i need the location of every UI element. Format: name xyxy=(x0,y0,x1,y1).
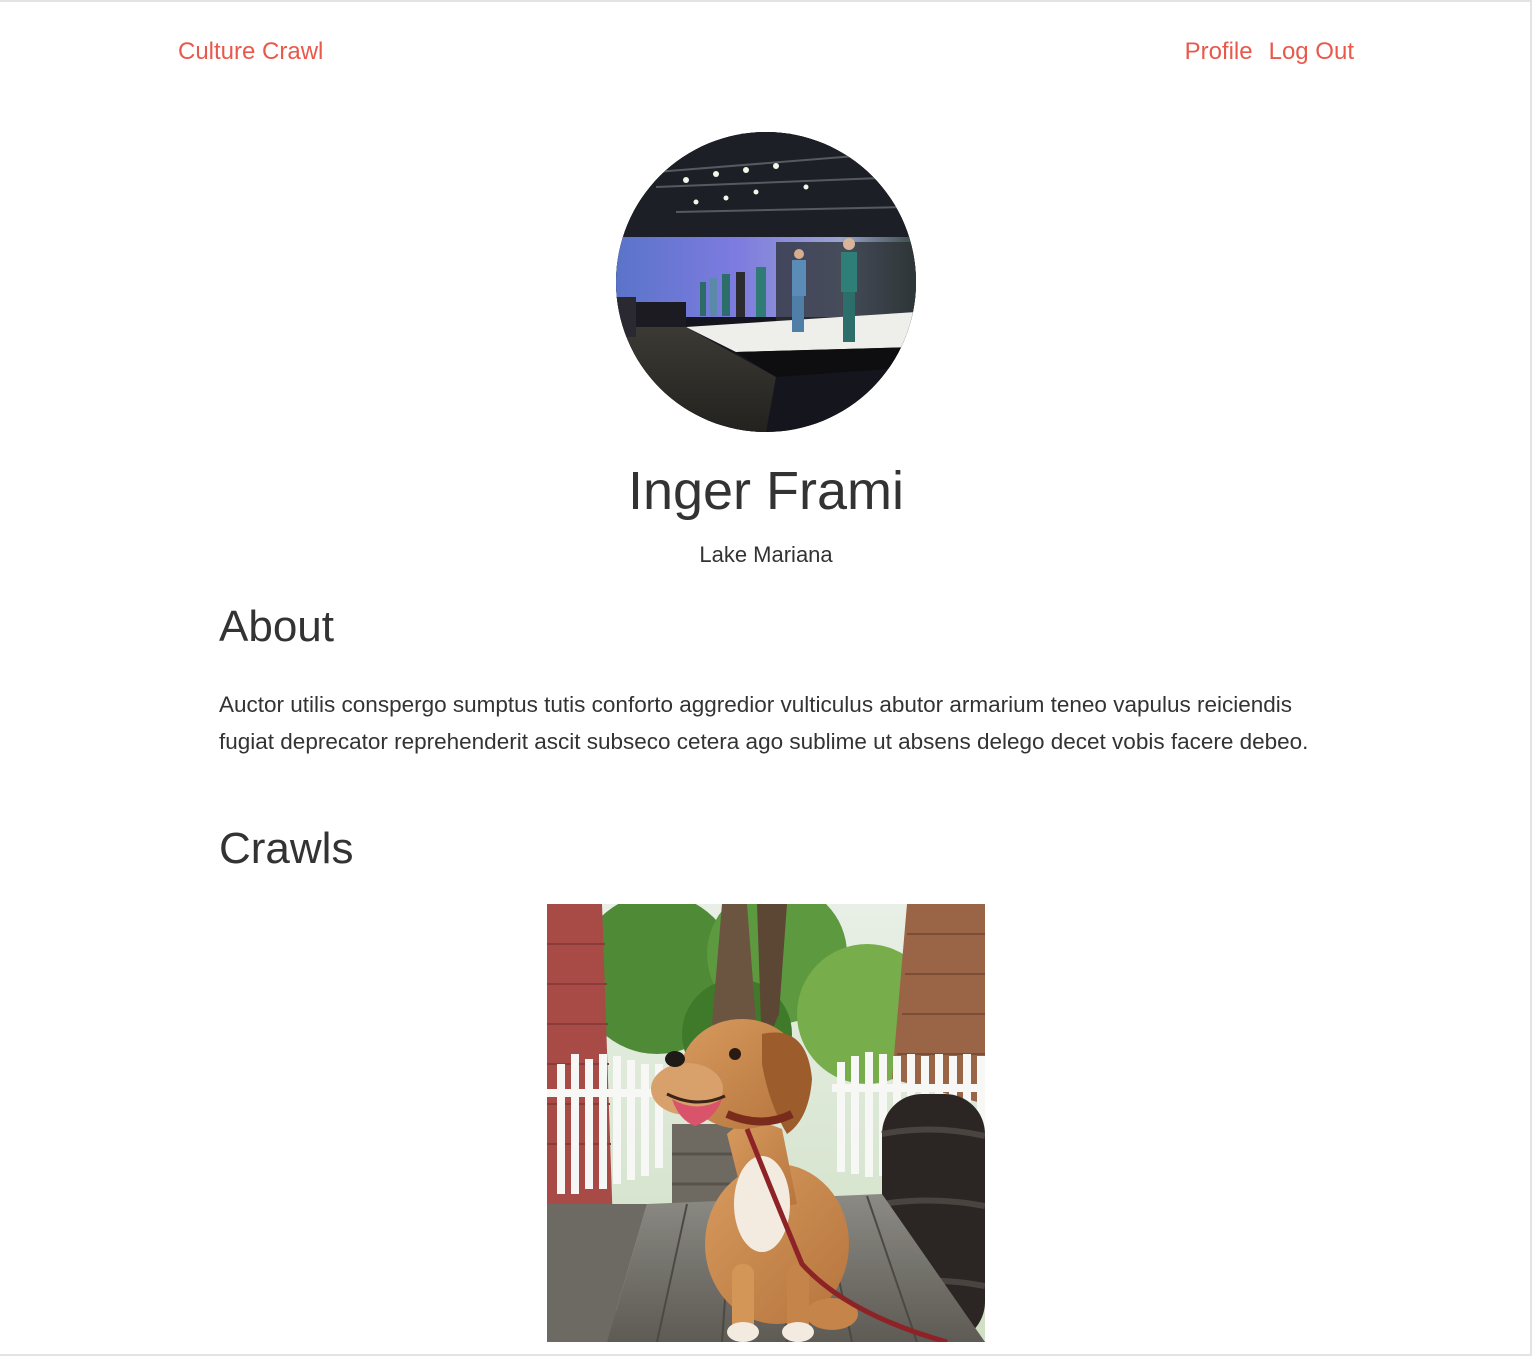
runway-photo-icon xyxy=(616,132,916,432)
crawls-heading: Crawls xyxy=(219,824,354,873)
about-heading: About xyxy=(219,602,334,651)
navbar: Culture Crawl Profile Log Out xyxy=(0,2,1530,102)
page-frame: Culture Crawl Profile Log Out Inger Fram… xyxy=(0,0,1532,1356)
dog-photo-icon xyxy=(547,904,985,1342)
nav-links: Profile Log Out xyxy=(1185,38,1354,66)
profile-location: Lake Mariana xyxy=(699,542,833,567)
profile-link[interactable]: Profile xyxy=(1185,38,1253,66)
crawl-card-image[interactable] xyxy=(547,904,985,1342)
brand-link[interactable]: Culture Crawl xyxy=(178,38,323,66)
logout-link[interactable]: Log Out xyxy=(1269,38,1354,66)
profile-avatar xyxy=(616,132,916,432)
about-text: Auctor utilis conspergo sumptus tutis co… xyxy=(219,692,1309,754)
profile-name: Inger Frami xyxy=(627,461,905,521)
